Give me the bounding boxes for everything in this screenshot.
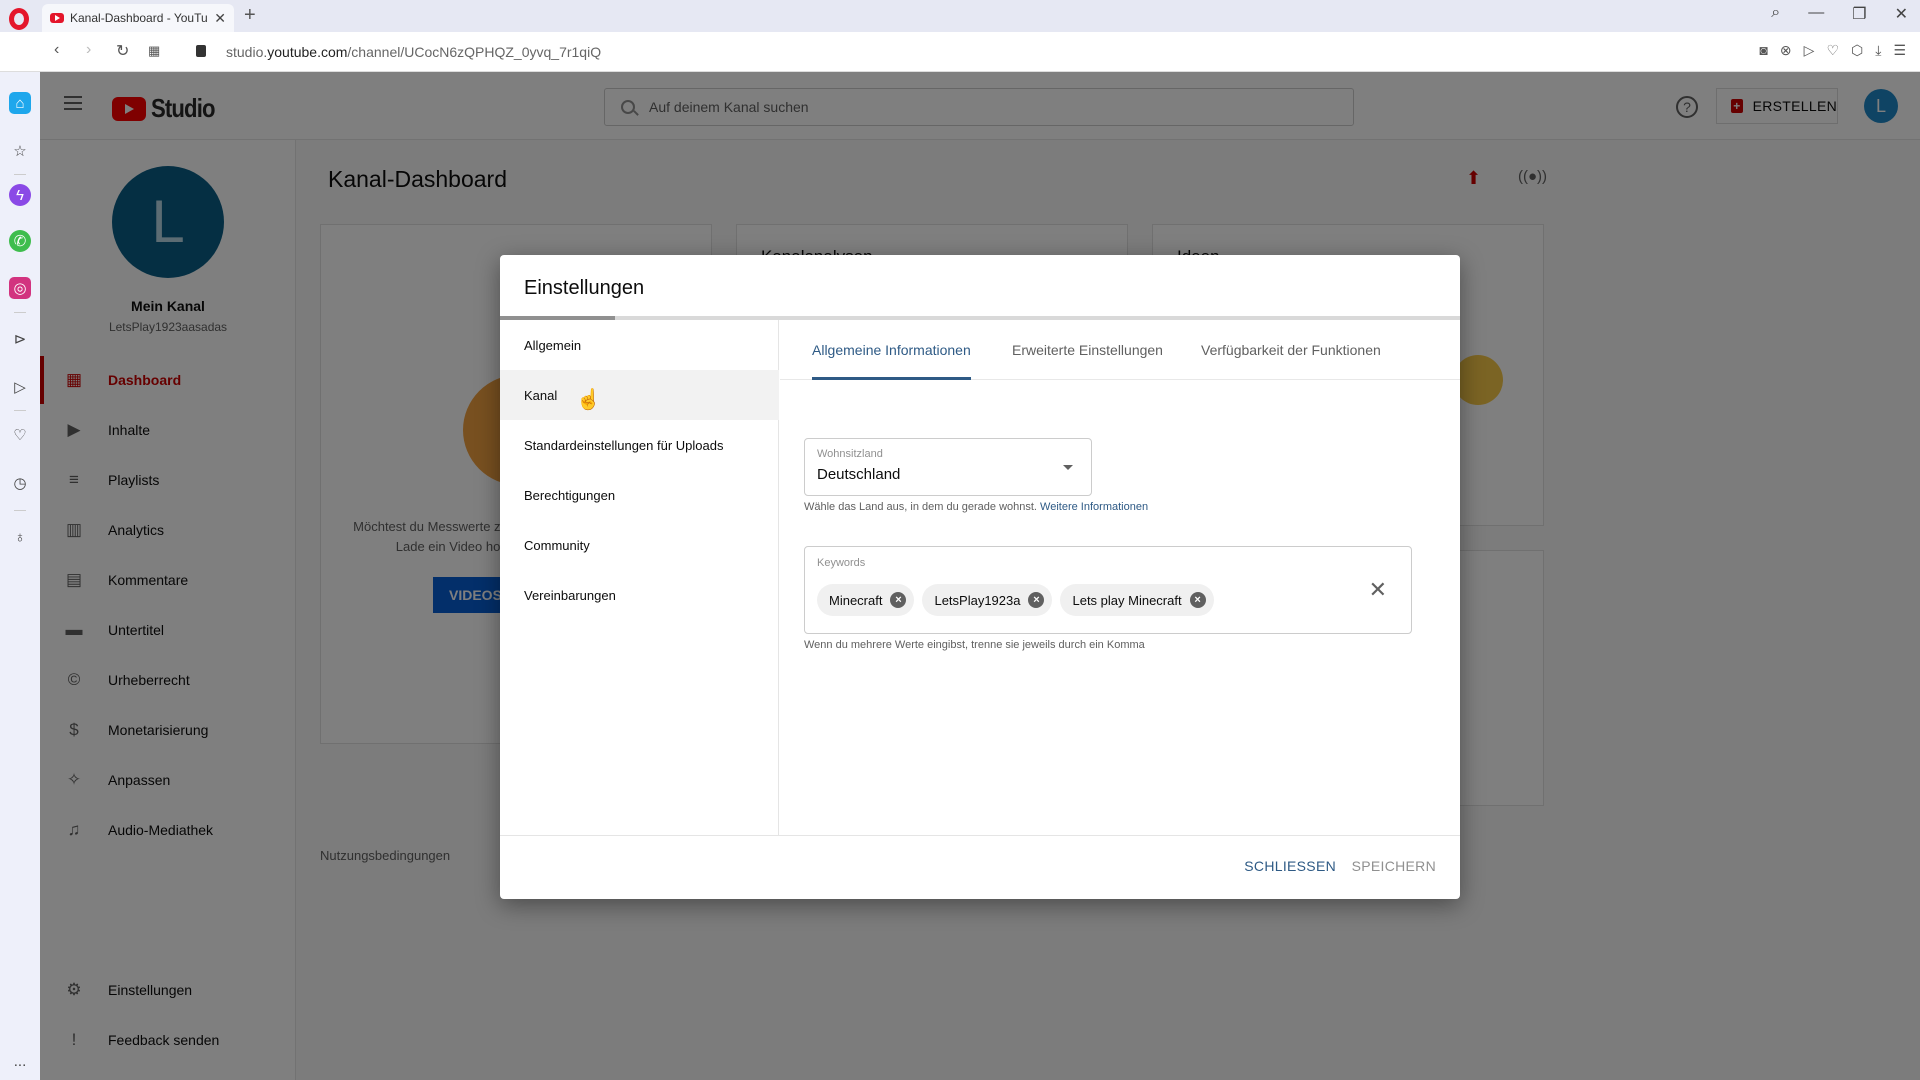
tab-erweiterte-einstellungen[interactable]: Erweiterte Einstellungen: [1012, 320, 1163, 380]
chip-label: Lets play Minecraft: [1072, 592, 1182, 608]
new-tab-button[interactable]: +: [244, 4, 256, 27]
player-icon[interactable]: ⊳: [9, 328, 31, 350]
window-controls: ⌕ — ❐ ✕: [1771, 4, 1908, 24]
minimize-icon[interactable]: —: [1808, 4, 1824, 24]
keyword-chip: Minecraft ×: [817, 584, 915, 616]
send-icon[interactable]: ▷: [1804, 42, 1815, 59]
settings-dialog: Einstellungen Allgemein Kanal ☝ Standard…: [500, 255, 1460, 899]
send-icon[interactable]: ▷: [9, 376, 31, 398]
chip-label: Minecraft: [829, 592, 883, 608]
more-icon[interactable]: ...: [9, 1050, 31, 1072]
remove-chip-icon[interactable]: ×: [1028, 592, 1045, 608]
opera-logo-icon[interactable]: [9, 8, 29, 30]
settings-nav: Allgemein Kanal ☝ Standardeinstellungen …: [500, 320, 779, 835]
keywords-helper: Wenn du mehrere Werte eingibst, trenne s…: [804, 639, 1145, 651]
browser-tabbar: Kanal-Dashboard - YouTube Studio ✕ + ⌕ —…: [0, 0, 1920, 32]
hand-cursor-icon: ☝: [576, 389, 601, 411]
settings-nav-berechtigungen[interactable]: Berechtigungen: [500, 470, 779, 520]
separator: [14, 174, 26, 175]
download-icon[interactable]: ⤓: [1875, 42, 1881, 59]
save-button[interactable]: SPEICHERN: [1352, 858, 1436, 874]
country-value: Deutschland: [817, 466, 901, 483]
keywords-label: Keywords: [817, 557, 866, 569]
browser-tab[interactable]: Kanal-Dashboard - YouTube Studio ✕: [42, 4, 234, 32]
settings-sliders-icon[interactable]: ☰: [1893, 42, 1906, 59]
star-icon[interactable]: ☆: [9, 140, 31, 162]
dialog-footer: SCHLIESSEN SPEICHERN: [500, 835, 1460, 899]
address-bar: ‹ › ↻ ▦ studio.youtube.com/channel/UCocN…: [0, 32, 1920, 72]
heart-icon[interactable]: ♡: [1826, 42, 1839, 59]
tabs-grid-icon[interactable]: ▦: [148, 43, 160, 59]
settings-nav-kanal[interactable]: Kanal ☝: [500, 370, 779, 420]
keyword-chip: Lets play Minecraft ×: [1060, 584, 1214, 616]
settings-tabs: Allgemeine Informationen Erweiterte Eins…: [780, 320, 1460, 380]
keyword-chips: Minecraft × LetsPlay1923a × Lets play Mi…: [817, 584, 1214, 616]
messenger-icon[interactable]: ϟ: [9, 184, 31, 206]
opera-sidebar: ⌂ ☆ ϟ ✆ ◎ ⊳ ▷ ♡ ◷ ♁ ...: [0, 72, 40, 1080]
separator: [14, 410, 26, 411]
keywords-field[interactable]: Keywords Minecraft × LetsPlay1923a × Let…: [804, 546, 1412, 634]
close-window-icon[interactable]: ✕: [1895, 4, 1908, 24]
settings-nav-community[interactable]: Community: [500, 520, 779, 570]
settings-nav-allgemein[interactable]: Allgemein: [500, 320, 779, 370]
country-helper-text: Wähle das Land aus, in dem du gerade woh…: [804, 501, 1037, 513]
adblock-icon[interactable]: ⊗: [1780, 42, 1792, 59]
chip-label: LetsPlay1923a: [934, 592, 1021, 608]
dropdown-caret-icon: [1063, 465, 1073, 470]
clear-keywords-icon[interactable]: ✕: [1369, 577, 1387, 603]
country-select[interactable]: Wohnsitzland Deutschland: [804, 438, 1092, 496]
browser-tools: ◙ ⊗ ▷ ♡ ⬡ ⤓ ☰: [1759, 42, 1906, 59]
lightbulb-icon[interactable]: ♁: [9, 526, 31, 548]
lock-icon[interactable]: [196, 45, 206, 57]
close-button[interactable]: SCHLIESSEN: [1244, 858, 1336, 874]
dialog-title: Einstellungen: [524, 277, 645, 299]
settings-nav-vereinbarungen[interactable]: Vereinbarungen: [500, 570, 779, 620]
back-icon[interactable]: ‹: [54, 41, 59, 59]
separator: [14, 510, 26, 511]
nav-label: Kanal: [524, 387, 558, 403]
country-label: Wohnsitzland: [817, 448, 883, 460]
search-icon[interactable]: ⌕: [1771, 4, 1780, 24]
youtube-favicon-icon: [50, 13, 64, 23]
more-info-link[interactable]: Weitere Informationen: [1040, 501, 1148, 513]
tab-allgemeine-informationen[interactable]: Allgemeine Informationen: [812, 320, 971, 380]
tab-title: Kanal-Dashboard - YouTube Studio: [70, 11, 208, 25]
url-field[interactable]: studio.youtube.com/channel/UCocN6zQPHQZ_…: [226, 44, 601, 60]
cube-icon[interactable]: ⬡: [1851, 42, 1863, 59]
whatsapp-icon[interactable]: ✆: [9, 230, 31, 252]
history-icon[interactable]: ◷: [9, 472, 31, 494]
camera-icon[interactable]: ◙: [1759, 42, 1767, 59]
tab-close-icon[interactable]: ✕: [214, 10, 226, 27]
settings-nav-uploads[interactable]: Standardeinstellungen für Uploads: [500, 420, 779, 470]
forward-icon[interactable]: ›: [86, 41, 91, 59]
keyword-chip: LetsPlay1923a ×: [922, 584, 1053, 616]
separator: [14, 312, 26, 313]
remove-chip-icon[interactable]: ×: [1189, 592, 1206, 608]
heart-icon[interactable]: ♡: [9, 424, 31, 446]
tab-verfuegbarkeit[interactable]: Verfügbarkeit der Funktionen: [1201, 320, 1381, 380]
instagram-icon[interactable]: ◎: [9, 277, 31, 299]
remove-chip-icon[interactable]: ×: [890, 592, 907, 608]
reload-icon[interactable]: ↻: [116, 41, 129, 61]
country-helper: Wähle das Land aus, in dem du gerade woh…: [804, 501, 1148, 513]
home-icon[interactable]: ⌂: [9, 92, 31, 114]
restore-icon[interactable]: ❐: [1852, 4, 1866, 24]
